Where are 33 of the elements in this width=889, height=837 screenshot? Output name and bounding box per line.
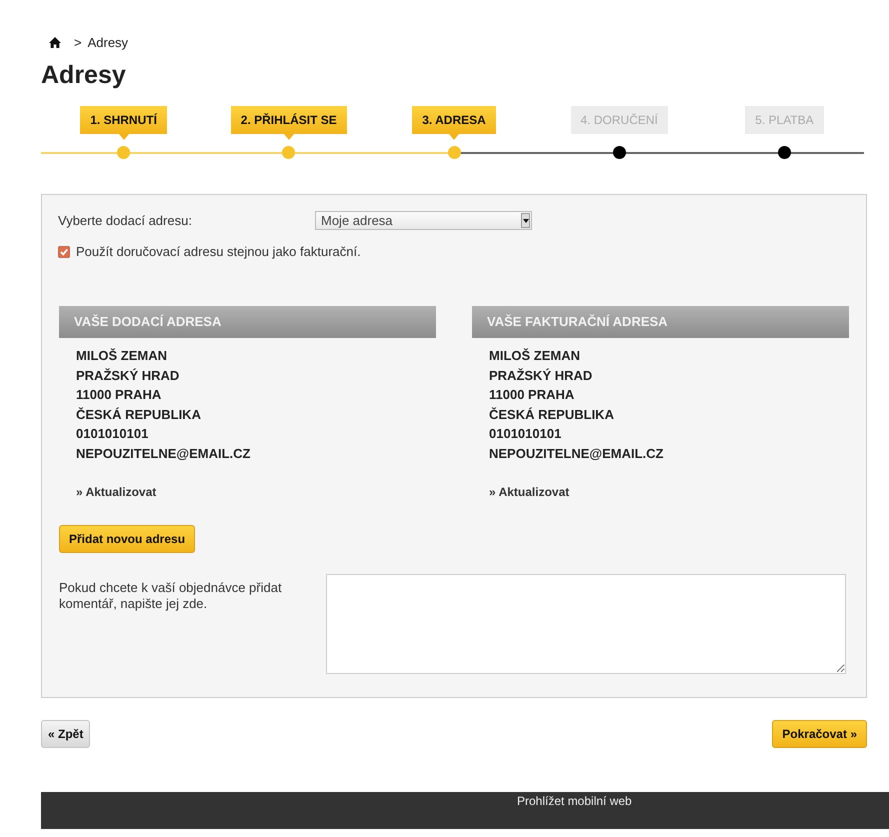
comment-label: Pokud chcete k vaší objednávce přidat komentář, napište jej zde. bbox=[59, 580, 283, 613]
breadcrumb-current: Adresy bbox=[88, 34, 128, 50]
address-heading: VAŠE DODACÍ ADRESA bbox=[59, 306, 436, 338]
comment-field[interactable] bbox=[326, 574, 846, 674]
address-select[interactable]: Moje adresa bbox=[315, 211, 532, 230]
address-heading: VAŠE FAKTURAČNÍ ADRESA bbox=[472, 306, 849, 338]
mobile-web-link[interactable]: Prohlížet mobilní web bbox=[517, 794, 632, 808]
address-line: 11000 PRAHA bbox=[489, 386, 576, 404]
continue-button[interactable]: Pokračovat » bbox=[772, 720, 867, 748]
address-line: MILOŠ ZEMAN bbox=[489, 347, 581, 365]
add-address-button[interactable]: Přidat novou adresu bbox=[59, 525, 196, 553]
address-line: ČESKÁ REPUBLIKA bbox=[76, 406, 202, 424]
back-button[interactable]: « Zpět bbox=[41, 720, 90, 748]
home-icon[interactable] bbox=[49, 36, 61, 48]
breadcrumb-separator: > bbox=[74, 34, 82, 50]
step-label[interactable]: 3. ADRESA bbox=[412, 106, 496, 134]
address-line: PRAŽSKÝ HRAD bbox=[489, 366, 594, 384]
address-line: NEPOUZITELNE@EMAIL.CZ bbox=[489, 444, 664, 462]
address-line: 11000 PRAHA bbox=[76, 386, 162, 404]
select-label: Vyberte dodací adresu: bbox=[58, 213, 193, 228]
checkbox[interactable] bbox=[58, 246, 70, 258]
step-label[interactable]: 2. PŘIHLÁSIT SE bbox=[230, 106, 347, 134]
update-link[interactable]: » Aktualizovat bbox=[489, 485, 570, 499]
address-line: 0101010101 bbox=[489, 425, 562, 443]
address-line: MILOŠ ZEMAN bbox=[76, 347, 168, 365]
update-link[interactable]: » Aktualizovat bbox=[76, 485, 156, 499]
address-line: PRAŽSKÝ HRAD bbox=[76, 366, 180, 384]
address-line: ČESKÁ REPUBLIKA bbox=[489, 406, 615, 424]
checkbox-label: Použít doručovací adresu stejnou jako fakturační. bbox=[76, 244, 361, 259]
address-line: 0101010101 bbox=[76, 425, 150, 443]
address-line: NEPOUZITELNE@EMAIL.CZ bbox=[76, 444, 252, 462]
page-title: Adresy bbox=[41, 60, 127, 90]
step-label[interactable]: 1. SHRNUTÍ bbox=[80, 106, 167, 134]
